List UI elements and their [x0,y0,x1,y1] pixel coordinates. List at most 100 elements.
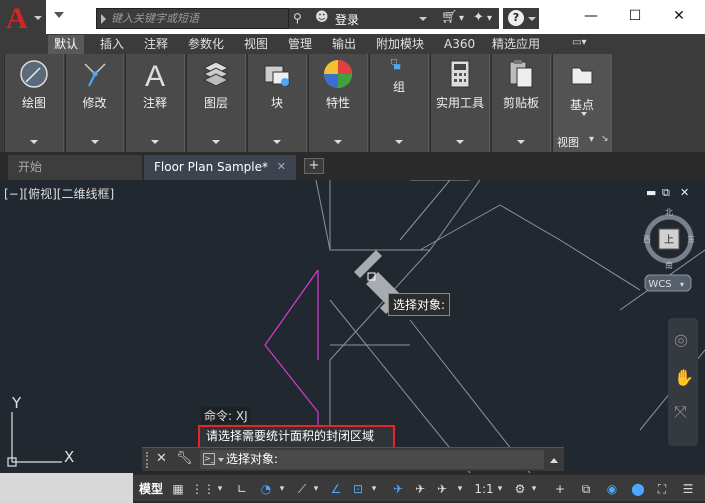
annotation-scale-value[interactable]: 1:1 [473,479,495,499]
chevron-down-icon[interactable] [395,140,403,144]
tab-annotate[interactable]: 注释 [138,35,174,54]
chevron-down-icon[interactable]: ▾ [455,479,465,499]
panel-view[interactable]: 基点 视图 ▾ ↘ [552,54,612,152]
magenta-polyline[interactable] [264,269,319,435]
minimize-viewport-icon[interactable]: ▬ [646,186,656,199]
panel-layers[interactable]: 图层 [186,54,246,152]
isodraft-icon[interactable]: ⟋ [293,479,311,499]
tab-view[interactable]: 视图 [238,35,274,54]
steering-wheel-icon[interactable]: ◎ [674,330,688,349]
close-icon[interactable]: ✕ [277,155,286,179]
chevron-down-icon[interactable] [30,140,38,144]
search-input[interactable] [111,9,286,28]
navigation-bar[interactable]: ◎ ✋ ⤧ [668,318,698,446]
annotation-scale-icon[interactable]: ✈ [433,479,451,499]
command-line[interactable]: ✕ 🔧︎ >_ 选择对象: [142,447,564,471]
panel-clipboard[interactable]: 剪贴板 [491,54,551,152]
chevron-down-icon[interactable] [273,140,281,144]
command-prompt-icon[interactable]: >_ [203,453,215,465]
workspace-gear-icon[interactable]: ⚙ [511,479,529,499]
chevron-down-icon[interactable] [581,112,587,116]
auto-scale-icon[interactable]: ✈ [411,479,429,499]
chevron-down-icon[interactable]: ▾ [277,479,287,499]
tab-insert[interactable]: 插入 [94,35,130,54]
tab-featured-apps[interactable]: 精选应用 [486,35,546,54]
exchange-icon[interactable]: ✦ [473,10,484,25]
basepoint-button[interactable]: 基点 [553,96,611,113]
search-expand-icon[interactable] [101,14,106,24]
application-menu-button[interactable]: A [0,0,46,36]
viewcube-top-face[interactable]: 上 [664,234,674,246]
plus-icon[interactable]: + [551,479,569,499]
chevron-down-icon[interactable]: ▾ [215,479,225,499]
chevron-down-icon[interactable]: ▾ [369,479,379,499]
chevron-down-icon[interactable]: ▾ [487,13,492,24]
new-tab-button[interactable]: + [304,158,324,174]
chevron-down-icon[interactable]: ▾ [495,479,505,499]
customization-menu-icon[interactable]: ☰ [679,479,697,499]
drag-handle-icon[interactable] [146,452,150,468]
chevron-down-icon[interactable] [528,17,536,21]
chevron-up-icon[interactable] [550,458,558,463]
close-button[interactable]: ✕ [664,4,694,28]
chevron-down-icon[interactable] [218,458,224,462]
restore-viewport-icon[interactable]: ⧉ [662,186,670,200]
model-space-button[interactable]: 模型 [137,479,165,499]
chevron-down-icon[interactable] [90,140,99,144]
close-viewport-icon[interactable]: ✕ [680,186,689,199]
panel-group[interactable]: 组 [369,54,429,152]
tab-a360[interactable]: A360 [438,35,481,54]
panel-properties[interactable]: 特性 [308,54,368,152]
ortho-icon[interactable]: ∟ [233,479,251,499]
drawing-canvas[interactable]: Y X 上 北 西 东 南 WCS ▾ [−][俯视][二维线框] ▬ ⧉ ✕ … [0,180,705,473]
chevron-down-icon[interactable] [212,140,220,144]
search-box[interactable] [96,8,289,29]
wcs-dropdown[interactable]: WCS ▾ [644,274,692,292]
object-snap-tracking-icon[interactable]: ∠ [327,479,345,499]
panel-modify[interactable]: 修改 [65,54,124,152]
maximize-button[interactable]: ☐ [620,4,650,28]
isolate-objects-icon[interactable]: ⧉ [577,479,595,499]
minimize-button[interactable]: — [576,4,606,28]
login-button[interactable]: 登录 [335,11,359,28]
viewcube-west[interactable]: 西 [643,235,651,244]
tab-output[interactable]: 输出 [326,35,362,54]
hardware-acceleration-icon[interactable]: ◉ [603,479,621,499]
tab-default[interactable]: 默认 [48,35,85,54]
panel-draw[interactable]: 绘图 [4,54,64,152]
help-icon[interactable]: ? [508,10,524,26]
panel-block[interactable]: 块 [247,54,307,152]
tab-manage[interactable]: 管理 [282,35,318,54]
tab-start[interactable]: 开始 [8,155,142,180]
viewport-controls-label[interactable]: [−][俯视][二维线框] [4,185,114,202]
snap-icon[interactable]: ⋮⋮ [191,479,215,499]
chevron-down-icon[interactable] [517,140,525,144]
panel-annotation[interactable]: A 注释 [125,54,185,152]
chevron-down-icon[interactable]: ▾ [459,13,464,24]
polar-tracking-icon[interactable]: ◔ [257,479,275,499]
tab-floor-plan-sample[interactable]: Floor Plan Sample* ✕ [144,155,296,180]
clean-screen-icon[interactable]: ⬤ [629,479,647,499]
viewcube-south[interactable]: 南 [665,260,673,270]
wrench-icon[interactable]: 🔧︎ [176,451,193,466]
cart-icon[interactable]: 🛒︎ [441,10,458,25]
close-icon[interactable]: ✕ [156,451,167,466]
tab-addins[interactable]: 附加模块 [370,35,430,54]
ribbon-display-toggle-icon[interactable]: ▭▾ [572,37,596,51]
command-input[interactable]: >_ 选择对象: [200,450,544,469]
chevron-down-icon[interactable]: ▾ [589,134,594,145]
panel-launcher-icon[interactable]: ↘ [601,134,609,144]
panel-utilities[interactable]: 实用工具 [430,54,490,152]
binoculars-icon[interactable]: ⚲ [293,11,302,25]
info-center[interactable]: ⚲ ☻ 登录 [289,8,435,29]
chevron-down-icon[interactable] [151,140,159,144]
tab-parametric[interactable]: 参数化 [182,35,230,54]
fullscreen-icon[interactable]: ⛶ [653,479,671,499]
viewcube-east[interactable]: 东 [687,234,695,244]
chevron-down-icon[interactable]: ▾ [529,479,539,499]
grid-icon[interactable]: ▦ [169,479,187,499]
chevron-down-icon[interactable] [334,140,342,144]
chevron-down-icon[interactable]: ▾ [311,479,321,499]
object-snap-icon[interactable]: ⊡ [349,479,367,499]
pan-icon[interactable]: ✋ [674,368,694,387]
